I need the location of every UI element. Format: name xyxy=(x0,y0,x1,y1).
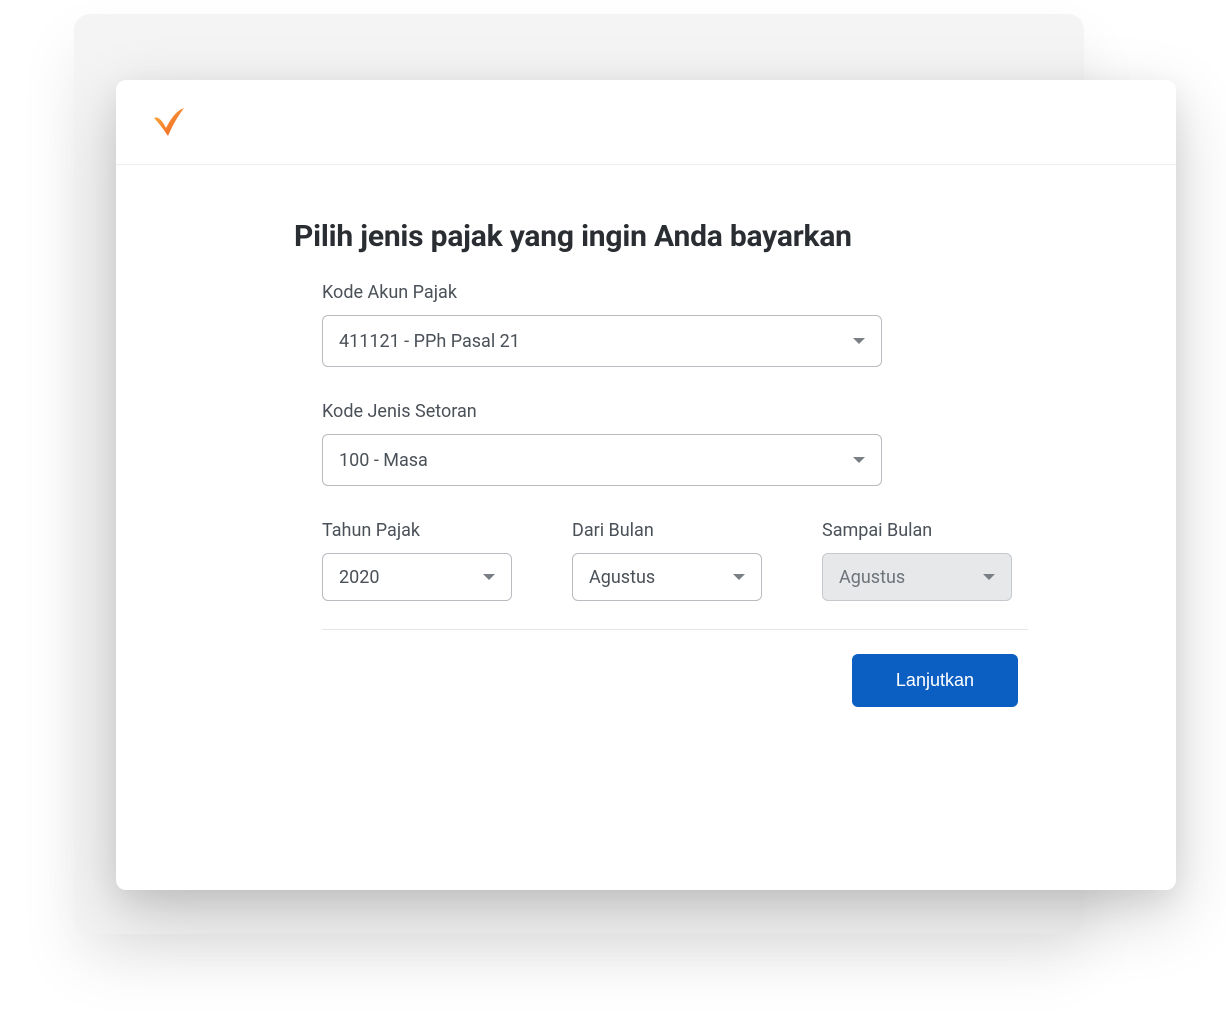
label-sampai-bulan: Sampai Bulan xyxy=(822,520,1012,541)
content-panel: Pilih jenis pajak yang ingin Anda bayark… xyxy=(134,183,1158,707)
continue-button[interactable]: Lanjutkan xyxy=(852,654,1018,707)
select-dari-bulan[interactable]: Agustus xyxy=(572,553,762,601)
date-row: Tahun Pajak 2020 Dari Bulan Agustus xyxy=(322,520,1028,601)
header-bar xyxy=(116,80,1176,165)
logo-check-icon xyxy=(148,102,188,142)
select-value: 2020 xyxy=(339,567,483,588)
form-group-tahun-pajak: Tahun Pajak 2020 xyxy=(322,520,512,601)
main-card: Pilih jenis pajak yang ingin Anda bayark… xyxy=(116,80,1176,890)
select-value: Agustus xyxy=(589,567,733,588)
form-body: Kode Akun Pajak 411121 - PPh Pasal 21 Ko… xyxy=(294,282,1028,707)
chevron-down-icon xyxy=(853,457,865,463)
select-tahun-pajak[interactable]: 2020 xyxy=(322,553,512,601)
form-group-kode-jenis-setoran: Kode Jenis Setoran 100 - Masa xyxy=(322,401,1028,486)
label-tahun-pajak: Tahun Pajak xyxy=(322,520,512,541)
select-value: 100 - Masa xyxy=(339,450,853,471)
chevron-down-icon xyxy=(483,574,495,580)
chevron-down-icon xyxy=(983,574,995,580)
select-sampai-bulan[interactable]: Agustus xyxy=(822,553,1012,601)
actions-bar: Lanjutkan xyxy=(322,654,1028,707)
form-group-kode-akun-pajak: Kode Akun Pajak 411121 - PPh Pasal 21 xyxy=(322,282,1028,367)
select-kode-jenis-setoran[interactable]: 100 - Masa xyxy=(322,434,882,486)
label-kode-jenis-setoran: Kode Jenis Setoran xyxy=(322,401,1028,422)
select-value: Agustus xyxy=(839,567,983,588)
form-group-dari-bulan: Dari Bulan Agustus xyxy=(572,520,762,601)
chevron-down-icon xyxy=(733,574,745,580)
label-kode-akun-pajak: Kode Akun Pajak xyxy=(322,282,1028,303)
page-title: Pilih jenis pajak yang ingin Anda bayark… xyxy=(294,219,1028,254)
form-group-sampai-bulan: Sampai Bulan Agustus xyxy=(822,520,1012,601)
chevron-down-icon xyxy=(853,338,865,344)
select-kode-akun-pajak[interactable]: 411121 - PPh Pasal 21 xyxy=(322,315,882,367)
divider xyxy=(322,629,1028,630)
select-value: 411121 - PPh Pasal 21 xyxy=(339,331,853,352)
label-dari-bulan: Dari Bulan xyxy=(572,520,762,541)
